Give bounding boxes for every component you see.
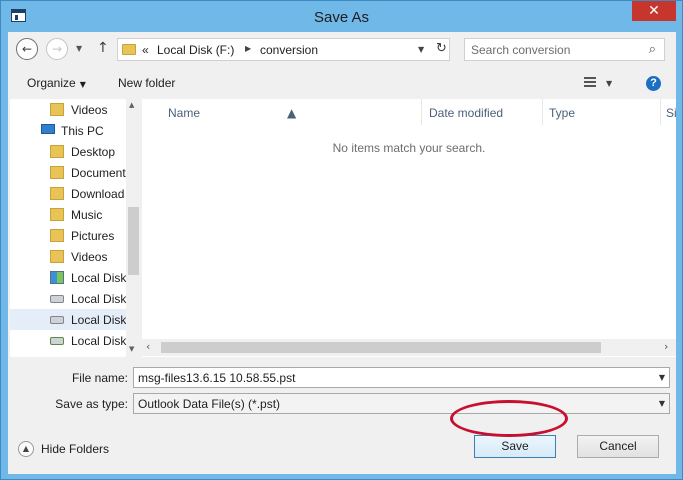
- file-list-pane[interactable]: ▲ Name Date modified Type Size No items …: [142, 99, 676, 357]
- nav-item[interactable]: Local Disk: [10, 267, 126, 288]
- view-chevron-icon[interactable]: ▼: [606, 79, 612, 88]
- nav-item[interactable]: This PC: [10, 120, 126, 141]
- folder-icon: [50, 229, 64, 242]
- chevron-down-icon: ▼: [79, 80, 86, 89]
- dialog-body: ← → ▼ ↑ « Local Disk (F:) ▶ conversion ▼…: [8, 32, 676, 474]
- column-divider[interactable]: [660, 99, 661, 125]
- save-as-type-label: Save as type:: [55, 397, 128, 411]
- forward-button[interactable]: →: [46, 38, 68, 60]
- nav-item-label: Pictures: [71, 229, 115, 243]
- nav-item[interactable]: Pictures: [10, 225, 126, 246]
- folder-icon: [50, 187, 64, 200]
- nav-item-label: Desktop: [71, 145, 116, 159]
- nav-item-label: This PC: [61, 124, 104, 138]
- nav-item[interactable]: Download: [10, 183, 126, 204]
- nav-item[interactable]: Music: [10, 204, 126, 225]
- organize-menu[interactable]: Organize ▼: [27, 76, 86, 90]
- nav-item-label: Download: [71, 187, 125, 201]
- nav-item[interactable]: Videos: [10, 246, 126, 267]
- column-divider[interactable]: [542, 99, 543, 125]
- recent-locations-chevron-icon[interactable]: ▼: [76, 44, 82, 53]
- help-icon[interactable]: ?: [646, 76, 661, 91]
- search-input[interactable]: Search conversion: [471, 43, 570, 57]
- search-icon[interactable]: ⌕: [649, 42, 656, 57]
- scroll-down-icon[interactable]: ▼: [129, 345, 134, 353]
- windows-drive-icon: [50, 271, 64, 284]
- breadcrumb-folder[interactable]: conversion: [260, 43, 318, 57]
- nav-item[interactable]: Local Disk: [10, 288, 126, 309]
- cancel-button[interactable]: Cancel: [577, 435, 659, 458]
- folder-icon: [50, 166, 64, 179]
- network-drive-icon: [50, 337, 64, 345]
- up-one-level-button[interactable]: ↑: [97, 40, 109, 56]
- refresh-icon[interactable]: ↻: [436, 41, 450, 56]
- scrollbar-thumb[interactable]: [161, 342, 601, 353]
- address-history-chevron-icon[interactable]: ▼: [418, 45, 424, 54]
- nav-item-label: Videos: [71, 103, 108, 117]
- save-as-type-value: Outlook Data File(s) (*.pst): [138, 397, 281, 411]
- folder-icon: [50, 145, 64, 158]
- folder-icon: [50, 208, 64, 221]
- hide-folders-label: Hide Folders: [41, 442, 110, 456]
- scroll-up-icon[interactable]: ▲: [129, 101, 134, 109]
- column-size[interactable]: Size: [666, 106, 676, 120]
- close-button[interactable]: ✕: [632, 1, 676, 21]
- drive-icon: [50, 316, 64, 324]
- scroll-right-icon[interactable]: ›: [664, 340, 668, 353]
- folder-icon: [50, 250, 64, 263]
- chevron-down-icon[interactable]: ▼: [659, 373, 665, 382]
- view-options-icon[interactable]: [584, 77, 596, 87]
- nav-item-label: Music: [71, 208, 103, 222]
- file-name-value[interactable]: msg-files13.6.15 10.58.55.pst: [138, 371, 295, 385]
- nav-item-label: Local Disk: [71, 292, 127, 306]
- scrollbar-thumb[interactable]: [128, 207, 139, 275]
- back-button[interactable]: ←: [16, 38, 38, 60]
- command-bar: Organize ▼ New folder ▼ ?: [8, 68, 676, 99]
- file-name-field[interactable]: msg-files13.6.15 10.58.55.pst ▼: [133, 367, 670, 388]
- nav-item-label: Document: [71, 166, 126, 180]
- search-box[interactable]: Search conversion ⌕: [464, 38, 665, 61]
- nav-item[interactable]: Local Disk: [10, 309, 126, 330]
- column-date-modified[interactable]: Date modified: [429, 106, 503, 120]
- nav-item-label: Local Disk: [71, 313, 127, 327]
- chevron-down-icon[interactable]: ▼: [659, 399, 665, 408]
- nav-scrollbar[interactable]: ▲ ▼: [126, 99, 141, 357]
- file-name-label: File name:: [71, 371, 128, 385]
- nav-item[interactable]: Videos: [10, 99, 126, 120]
- window-title: Save As: [313, 9, 370, 26]
- nav-item-label: Local Disk: [71, 334, 127, 348]
- nav-item-label: Local Disk: [71, 271, 127, 285]
- breadcrumb-separator-icon[interactable]: ▶: [245, 44, 251, 53]
- sort-indicator-icon: ▲: [287, 106, 297, 120]
- title-bar[interactable]: Save As ✕: [1, 1, 682, 32]
- navigation-pane[interactable]: Videos This PC Desktop Document Download Musi…: [10, 99, 141, 357]
- column-headers: ▲ Name Date modified Type Size: [142, 99, 676, 125]
- column-type[interactable]: Type: [549, 106, 575, 120]
- new-folder-button[interactable]: New folder: [118, 76, 175, 90]
- nav-item-label: Videos: [71, 250, 108, 264]
- nav-item[interactable]: Document: [10, 162, 126, 183]
- folder-icon: [122, 44, 136, 55]
- collapse-up-icon: ▲: [18, 441, 34, 457]
- file-list-scrollbar[interactable]: ‹ ›: [142, 339, 676, 356]
- organize-label: Organize: [27, 76, 76, 90]
- breadcrumb-drive[interactable]: Local Disk (F:): [157, 43, 234, 57]
- save-button[interactable]: Save: [474, 435, 556, 458]
- save-as-type-select[interactable]: Outlook Data File(s) (*.pst) ▼: [133, 393, 670, 414]
- breadcrumb-overflow[interactable]: «: [142, 43, 149, 57]
- folder-icon: [50, 103, 64, 116]
- save-as-dialog: Save As ✕ ← → ▼ ↑ « Local Disk (F:) ▶ co…: [0, 0, 683, 480]
- empty-message: No items match your search.: [332, 141, 486, 155]
- drive-icon: [50, 295, 64, 303]
- computer-icon: [41, 124, 55, 134]
- address-bar[interactable]: « Local Disk (F:) ▶ conversion ▼ ↻: [117, 38, 450, 61]
- column-name[interactable]: Name: [168, 106, 200, 120]
- scroll-left-icon[interactable]: ‹: [146, 340, 150, 353]
- column-divider[interactable]: [421, 99, 422, 125]
- nav-item[interactable]: Local Disk: [10, 330, 126, 351]
- nav-item[interactable]: Desktop: [10, 141, 126, 162]
